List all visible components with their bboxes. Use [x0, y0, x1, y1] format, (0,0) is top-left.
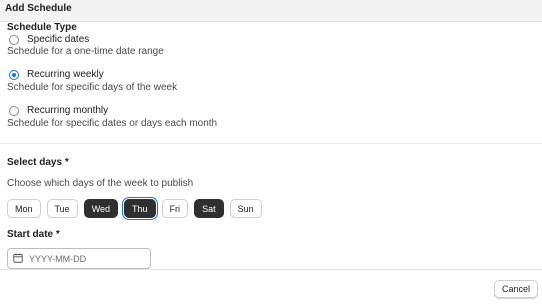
- section-divider: [0, 143, 542, 144]
- day-button-sat[interactable]: Sat: [194, 199, 224, 218]
- radio-recurring-weekly-control[interactable]: [9, 69, 19, 80]
- dialog-footer: Cancel: [0, 269, 542, 305]
- dialog-header: Add Schedule: [0, 0, 542, 22]
- cancel-button[interactable]: Cancel: [493, 280, 538, 298]
- start-date-label: Start date *: [7, 229, 60, 240]
- day-selector: Mon Tue Wed Thu Fri Sat Sun: [7, 197, 262, 220]
- start-date-input[interactable]: [29, 253, 139, 264]
- radio-recurring-monthly-label: Recurring monthly: [27, 105, 109, 116]
- day-button-mon[interactable]: Mon: [7, 199, 41, 218]
- start-date-field[interactable]: [7, 248, 151, 269]
- day-button-tue[interactable]: Tue: [46, 199, 78, 218]
- radio-recurring-monthly[interactable]: Recurring monthly: [9, 105, 108, 116]
- dialog-title: Add Schedule: [5, 3, 72, 14]
- radio-specific-dates-label: Specific dates: [27, 34, 90, 45]
- day-button-sun[interactable]: Sun: [229, 199, 262, 218]
- recurring-weekly-help: Schedule for specific days of the week: [7, 82, 178, 93]
- radio-specific-dates-control[interactable]: [9, 34, 19, 45]
- radio-specific-dates[interactable]: Specific dates: [9, 34, 89, 45]
- specific-dates-help: Schedule for a one-time date range: [7, 46, 164, 57]
- select-days-label: Select days *: [7, 157, 69, 168]
- schedule-type-label: Schedule Type: [7, 22, 77, 33]
- select-days-help: Choose which days of the week to publish: [7, 178, 194, 189]
- radio-recurring-weekly-label: Recurring weekly: [27, 69, 104, 80]
- radio-recurring-monthly-control[interactable]: [9, 105, 19, 116]
- day-button-fri[interactable]: Fri: [161, 199, 189, 218]
- day-button-thu[interactable]: Thu: [122, 197, 158, 220]
- radio-recurring-weekly[interactable]: Recurring weekly: [9, 69, 104, 80]
- recurring-monthly-help: Schedule for specific dates or days each…: [7, 118, 218, 129]
- calendar-icon: [13, 250, 23, 268]
- day-button-wed[interactable]: Wed: [83, 199, 119, 218]
